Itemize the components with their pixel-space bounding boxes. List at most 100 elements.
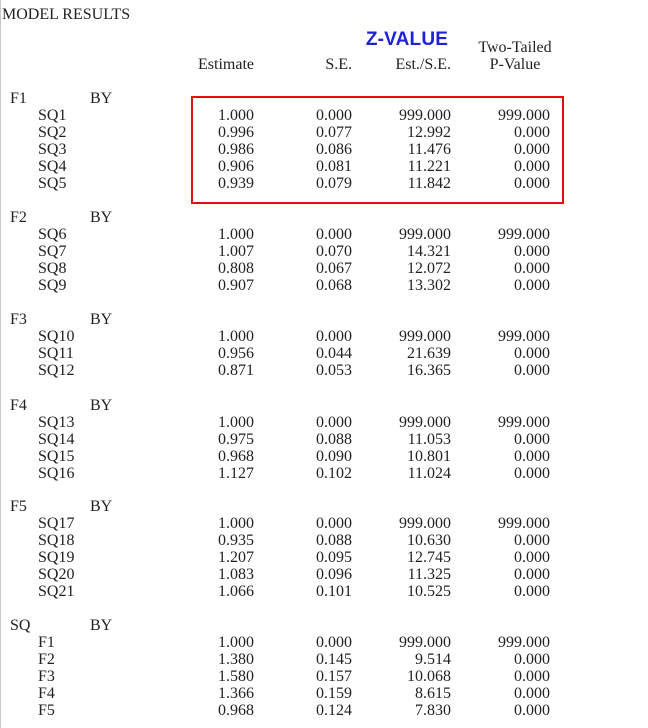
- estimate-value: 1.083: [218, 566, 254, 583]
- pvalue-value: 0.000: [514, 532, 550, 549]
- item-label: SQ12: [38, 362, 75, 379]
- item-label: SQ19: [38, 549, 75, 566]
- item-label: SQ2: [38, 124, 67, 141]
- se-value: 0.088: [316, 431, 352, 448]
- item-label: SQ17: [38, 515, 75, 532]
- se-value: 0.159: [316, 685, 352, 702]
- pvalue-value: 999.000: [498, 328, 550, 345]
- item-label: SQ6: [38, 226, 67, 243]
- pvalue-value: 0.000: [514, 651, 550, 668]
- item-label: SQ18: [38, 532, 75, 549]
- estimate-value: 0.975: [218, 431, 254, 448]
- estimate-value: 1.580: [218, 668, 254, 685]
- est-se-value: 7.830: [415, 702, 451, 719]
- se-value: 0.090: [316, 448, 352, 465]
- se-value: 0.096: [316, 566, 352, 583]
- item-label: SQ11: [38, 345, 74, 362]
- est-se-value: 16.365: [407, 362, 451, 379]
- pvalue-value: 0.000: [514, 566, 550, 583]
- estimate-value: 1.066: [218, 583, 254, 600]
- header-pvalue-line2: P-Value: [489, 56, 541, 73]
- by-keyword: BY: [90, 209, 113, 226]
- estimate-value: 1.000: [218, 226, 254, 243]
- item-label: F2: [38, 651, 55, 668]
- factor-label: SQ: [10, 617, 31, 634]
- estimate-value: 1.366: [218, 685, 254, 702]
- est-se-value: 9.514: [415, 651, 451, 668]
- estimate-value: 1.000: [218, 414, 254, 431]
- section-title: MODEL RESULTS: [2, 6, 131, 23]
- item-label: F1: [38, 634, 55, 651]
- pvalue-value: 0.000: [514, 668, 550, 685]
- pvalue-value: 0.000: [514, 685, 550, 702]
- se-value: 0.000: [316, 634, 352, 651]
- pvalue-value: 999.000: [498, 515, 550, 532]
- item-label: SQ21: [38, 583, 75, 600]
- se-value: 0.068: [316, 277, 352, 294]
- item-label: SQ1: [38, 107, 67, 124]
- est-se-value: 13.302: [407, 277, 451, 294]
- factor-label: F5: [10, 498, 27, 515]
- est-se-value: 12.745: [407, 549, 451, 566]
- se-value: 0.095: [316, 549, 352, 566]
- item-label: SQ13: [38, 414, 75, 431]
- factor-label: F4: [10, 397, 27, 414]
- item-label: SQ10: [38, 328, 75, 345]
- pvalue-value: 0.000: [514, 277, 550, 294]
- pvalue-value: 999.000: [498, 414, 550, 431]
- estimate-value: 1.000: [218, 634, 254, 651]
- estimate-value: 0.968: [218, 702, 254, 719]
- pvalue-value: 0.000: [514, 549, 550, 566]
- est-se-value: 10.630: [407, 532, 451, 549]
- by-keyword: BY: [90, 617, 113, 634]
- est-se-value: 11.325: [407, 566, 451, 583]
- est-se-value: 10.801: [407, 448, 451, 465]
- est-se-value: 11.053: [407, 431, 451, 448]
- pvalue-value: 0.000: [514, 465, 550, 482]
- pvalue-value: 999.000: [498, 634, 550, 651]
- item-label: F3: [38, 668, 55, 685]
- header-se: S.E.: [325, 56, 352, 73]
- estimate-value: 1.000: [218, 328, 254, 345]
- estimate-value: 1.207: [218, 549, 254, 566]
- est-se-value: 10.068: [407, 668, 451, 685]
- se-value: 0.067: [316, 260, 352, 277]
- se-value: 0.000: [316, 226, 352, 243]
- est-se-value: 999.000: [399, 414, 451, 431]
- est-se-value: 999.000: [399, 328, 451, 345]
- se-value: 0.102: [316, 465, 352, 482]
- left-border: [0, 0, 1, 728]
- estimate-value: 1.007: [218, 243, 254, 260]
- pvalue-value: 0.000: [514, 362, 550, 379]
- estimate-value: 0.871: [218, 362, 254, 379]
- se-value: 0.145: [316, 651, 352, 668]
- pvalue-value: 0.000: [514, 260, 550, 277]
- pvalue-value: 0.000: [514, 583, 550, 600]
- z-value-annotation: Z-VALUE: [365, 29, 449, 50]
- item-label: SQ14: [38, 431, 75, 448]
- estimate-value: 1.127: [218, 465, 254, 482]
- se-value: 0.101: [316, 583, 352, 600]
- item-label: F4: [38, 685, 55, 702]
- item-label: SQ8: [38, 260, 67, 277]
- se-value: 0.053: [316, 362, 352, 379]
- item-label: SQ7: [38, 243, 67, 260]
- se-value: 0.000: [316, 414, 352, 431]
- est-se-value: 10.525: [407, 583, 451, 600]
- est-se-value: 999.000: [399, 634, 451, 651]
- item-label: SQ3: [38, 141, 67, 158]
- se-value: 0.070: [316, 243, 352, 260]
- factor-label: F3: [10, 311, 27, 328]
- est-se-value: 14.321: [407, 243, 451, 260]
- item-label: F5: [38, 702, 55, 719]
- est-se-value: 12.072: [407, 260, 451, 277]
- pvalue-value: 0.000: [514, 243, 550, 260]
- estimate-value: 0.808: [218, 260, 254, 277]
- item-label: SQ5: [38, 175, 67, 192]
- est-se-value: 999.000: [399, 226, 451, 243]
- estimate-value: 0.968: [218, 448, 254, 465]
- item-label: SQ4: [38, 158, 67, 175]
- by-keyword: BY: [90, 90, 113, 107]
- se-value: 0.157: [316, 668, 352, 685]
- factor-label: F2: [10, 209, 27, 226]
